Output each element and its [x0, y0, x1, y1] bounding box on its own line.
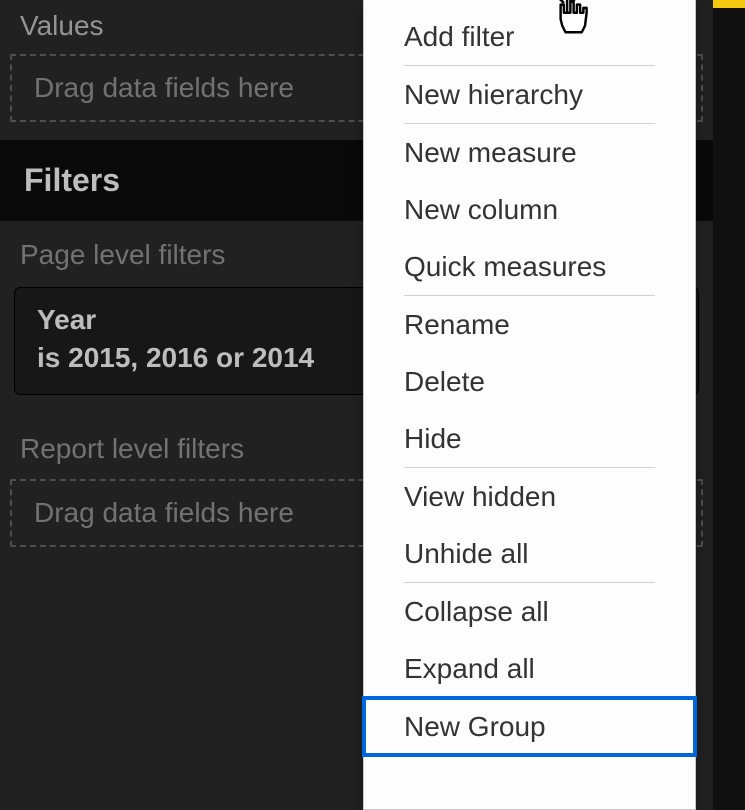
- menu-item-add-filter[interactable]: Add filter: [364, 8, 695, 65]
- accent-strip: [713, 0, 745, 8]
- context-menu-inner: Add filter New hierarchy New measure New…: [364, 0, 695, 755]
- dropzone-placeholder: Drag data fields here: [34, 497, 294, 528]
- menu-item-new-hierarchy[interactable]: New hierarchy: [364, 66, 695, 123]
- menu-item-new-column[interactable]: New column: [364, 181, 695, 238]
- menu-item-new-group[interactable]: New Group: [364, 698, 695, 755]
- menu-item-view-hidden[interactable]: View hidden: [364, 468, 695, 525]
- menu-item-new-measure[interactable]: New measure: [364, 124, 695, 181]
- context-menu: Add filter New hierarchy New measure New…: [363, 0, 696, 810]
- menu-item-collapse-all[interactable]: Collapse all: [364, 583, 695, 640]
- right-column: [713, 0, 745, 810]
- menu-item-delete[interactable]: Delete: [364, 353, 695, 410]
- menu-item-expand-all[interactable]: Expand all: [364, 640, 695, 697]
- menu-item-hide[interactable]: Hide: [364, 410, 695, 467]
- menu-item-quick-measures[interactable]: Quick measures: [364, 238, 695, 295]
- dropzone-placeholder: Drag data fields here: [34, 72, 294, 103]
- menu-item-unhide-all[interactable]: Unhide all: [364, 525, 695, 582]
- menu-item-rename[interactable]: Rename: [364, 296, 695, 353]
